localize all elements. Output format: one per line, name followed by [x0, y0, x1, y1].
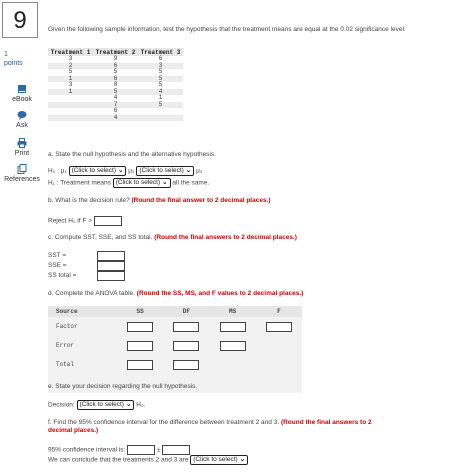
- anova-row-error: Error: [48, 336, 302, 355]
- h1-select[interactable]: (Click to select) ⌄: [112, 178, 171, 188]
- h1-row: H₁ : Treatment means (Click to select) ⌄ …: [48, 178, 209, 188]
- h1-suffix: all the same.: [172, 179, 210, 187]
- row-label-error: Error: [48, 336, 117, 355]
- decision-row: Decision: (Click to select) ⌄ H₀.: [48, 400, 145, 410]
- h0-relation-select-2[interactable]: (Click to select) ⌄: [136, 166, 195, 176]
- h0-relation-select-1[interactable]: (Click to select) ⌄: [68, 166, 127, 176]
- factor-ss-input[interactable]: [127, 321, 154, 332]
- table-row: [48, 121, 183, 128]
- part-f-instruction-2: decimal places.): [48, 427, 99, 434]
- part-e-label: e. State your decision regarding the nul…: [48, 383, 198, 390]
- points-label: points: [4, 60, 23, 67]
- sst-input[interactable]: [97, 251, 125, 261]
- ask-button[interactable]: Ask: [0, 110, 44, 129]
- ebook-button[interactable]: eBook: [0, 84, 44, 103]
- reject-row: Reject H₀ if F >: [48, 216, 122, 226]
- col-header-df: DF: [163, 306, 210, 317]
- documents-icon: [17, 164, 27, 174]
- print-label: Print: [14, 150, 30, 157]
- total-df-input[interactable]: [173, 359, 200, 370]
- total-ss-input[interactable]: [127, 359, 154, 370]
- plus-minus: ±: [156, 446, 161, 454]
- points-value: 1: [4, 51, 8, 58]
- anova-row-total: Total: [48, 355, 302, 374]
- chevron-down-icon: ⌄: [162, 179, 168, 186]
- col-header-f: F: [255, 306, 302, 317]
- conclude-prefix: We can conclude that the treatments 2 an…: [48, 456, 189, 464]
- factor-df-input[interactable]: [173, 321, 200, 332]
- part-b-label: b. What is the decision rule?: [48, 197, 130, 204]
- col-header-source: Source: [48, 306, 117, 317]
- ci-center-input[interactable]: [127, 445, 156, 455]
- part-f-row: f. Find the 95% confidence interval for …: [48, 419, 372, 427]
- part-f-instruction-1: (Round the final answers to 2: [280, 419, 372, 426]
- row-label-factor: Factor: [48, 317, 117, 336]
- critical-f-input[interactable]: [93, 216, 122, 226]
- select-text: (Click to select): [193, 456, 238, 463]
- question-number: 9: [2, 2, 38, 38]
- sst-row: SST =: [48, 252, 66, 260]
- reject-label: Reject H₀ if F >: [48, 217, 93, 225]
- chat-bubble-icon: [17, 111, 27, 120]
- select-text: (Click to select): [71, 167, 116, 174]
- sample-data-table: Treatment 1 Treatment 2 Treatment 3 396 …: [48, 48, 183, 128]
- sse-row: SSE =: [48, 262, 67, 270]
- select-text: (Click to select): [139, 167, 184, 174]
- references-label: References: [4, 176, 40, 183]
- col-header-ss: SS: [117, 306, 164, 317]
- print-button[interactable]: Print: [0, 138, 44, 157]
- ask-label: Ask: [16, 122, 28, 129]
- references-button[interactable]: References: [0, 164, 44, 183]
- row-label-total: Total: [48, 355, 117, 374]
- sse-input[interactable]: [97, 261, 125, 271]
- part-c-row: c. Compute SST, SSE, and SS total. (Roun…: [48, 234, 297, 242]
- part-d-label: d. Complete the ANOVA table.: [48, 290, 135, 297]
- decision-prefix: Decision:: [48, 401, 75, 409]
- decision-suffix: H₀.: [136, 401, 146, 409]
- ci-row: 95% confidence interval is: ±: [48, 445, 191, 455]
- question-prompt: Given the following sample information, …: [48, 26, 406, 33]
- error-ms-input[interactable]: [219, 340, 246, 351]
- conclusion-row: We can conclude that the treatments 2 an…: [48, 455, 249, 465]
- part-b-instruction: (Round the final answer to 2 decimal pla…: [131, 197, 271, 204]
- part-c-label: c. Compute SST, SSE, and SS total.: [48, 234, 153, 241]
- part-b-row: b. What is the decision rule? (Round the…: [48, 197, 271, 205]
- printer-icon: [17, 138, 27, 148]
- h0-mid: μ₂: [128, 167, 135, 175]
- h0-row: H₀ : μ₁ (Click to select) ⌄ μ₂ (Click to …: [48, 166, 202, 176]
- part-a-label: a. State the null hypothesis and the alt…: [48, 151, 217, 158]
- sstotal-row: SS total =: [48, 272, 76, 280]
- factor-ms-input[interactable]: [219, 321, 246, 332]
- factor-f-input[interactable]: [265, 321, 292, 332]
- chevron-down-icon: ⌄: [118, 167, 124, 174]
- ci-prefix: 95% confidence interval is:: [48, 446, 126, 454]
- chevron-down-icon: ⌄: [185, 167, 192, 174]
- points: 1 points: [4, 50, 23, 68]
- sstotal-label: SS total =: [48, 272, 77, 279]
- error-df-input[interactable]: [173, 340, 200, 351]
- sse-label: SSE =: [48, 262, 67, 269]
- h0-suffix: μ₃: [196, 167, 203, 175]
- select-text: (Click to select): [79, 401, 124, 408]
- select-text: (Click to select): [115, 179, 161, 186]
- book-icon: [18, 85, 26, 93]
- part-d-row: d. Complete the ANOVA table. (Round the …: [48, 290, 303, 298]
- part-f-label: f. Find the 95% confidence interval for …: [48, 419, 280, 426]
- h1-prefix: H₁ : Treatment means: [48, 179, 111, 187]
- h0-prefix: H₀ : μ₁: [48, 167, 67, 175]
- chevron-down-icon: ⌄: [125, 401, 132, 408]
- chevron-down-icon: ⌄: [239, 456, 246, 463]
- col-header-ms: MS: [209, 306, 256, 317]
- decision-select[interactable]: (Click to select) ⌄: [76, 400, 135, 410]
- anova-row-factor: Factor: [48, 317, 302, 336]
- sst-label: SST =: [48, 252, 67, 259]
- conclusion-select[interactable]: (Click to select) ⌄: [190, 455, 249, 465]
- error-ss-input[interactable]: [127, 340, 154, 351]
- part-d-instruction: (Round the SS, MS, and F values to 2 dec…: [136, 290, 304, 297]
- sstotal-input[interactable]: [97, 271, 125, 281]
- anova-table: Source SS DF MS F Factor Error Total: [48, 306, 302, 393]
- ebook-label: eBook: [12, 96, 32, 103]
- ci-margin-input[interactable]: [162, 445, 191, 455]
- part-c-instruction: (Round the final answers to 2 decimal pl…: [154, 234, 297, 241]
